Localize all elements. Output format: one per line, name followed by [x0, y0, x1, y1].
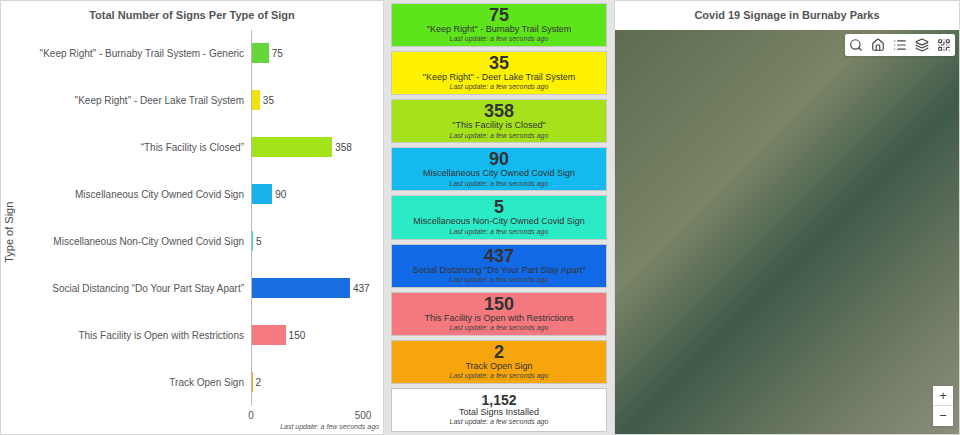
home-icon[interactable]	[867, 34, 889, 56]
card-update: Last update: a few seconds ago	[450, 372, 549, 381]
axis-tick: 500	[355, 408, 372, 423]
indicator-card[interactable]: 90Miscellaneous City Owned Covid SignLas…	[391, 147, 607, 191]
bar-row[interactable]: Social Distancing “Do Your Part Stay Apa…	[19, 265, 383, 312]
card-value: 2	[494, 343, 504, 361]
bar-value: 437	[353, 281, 370, 296]
indicator-card[interactable]: 358"This Facility is Closed"Last update:…	[391, 99, 607, 143]
card-update: Last update: a few seconds ago	[450, 228, 549, 237]
card-label: Miscellaneous Non-City Owned Covid Sign	[413, 216, 585, 227]
card-update: Last update: a few seconds ago	[450, 83, 549, 92]
axis-tick: 0	[248, 408, 254, 423]
card-label: Social Distancing "Do Your Part Stay Apa…	[413, 265, 586, 276]
bar-row[interactable]: "Keep Right" - Deer Lake Trail System 35	[19, 77, 383, 124]
total-value: 1,152	[481, 393, 516, 407]
bar[interactable]	[252, 137, 332, 157]
card-label: "Keep Right" - Burnaby Trail System	[427, 24, 571, 35]
bar-row[interactable]: Track Open Sign 2	[19, 359, 383, 406]
chart-title: Total Number of Signs Per Type of Sign	[1, 1, 383, 30]
map-title: Covid 19 Signage in Burnaby Parks	[615, 1, 959, 30]
bar-label: "Keep Right" - Burnaby Trail System - Ge…	[19, 46, 251, 61]
bar-row[interactable]: Miscellaneous City Owned Covid Sign 90	[19, 171, 383, 218]
search-icon[interactable]	[845, 34, 867, 56]
bar-row[interactable]: Miscellaneous Non-City Owned Covid Sign 5	[19, 218, 383, 265]
card-update: Last update: a few seconds ago	[450, 180, 549, 189]
bar[interactable]	[252, 90, 260, 110]
map-panel: Covid 19 Signage in Burnaby Parks+−	[614, 0, 960, 435]
bar[interactable]	[252, 278, 350, 298]
total-card[interactable]: 1,152Total Signs InstalledLast update: a…	[391, 388, 607, 432]
indicator-column: 75"Keep Right" - Burnaby Trail SystemLas…	[391, 0, 607, 435]
card-update: Last update: a few seconds ago	[450, 35, 549, 44]
card-update: Last update: a few seconds ago	[450, 324, 549, 333]
basemap-icon[interactable]	[933, 34, 955, 56]
bar-row[interactable]: "Keep Right" - Burnaby Trail System - Ge…	[19, 30, 383, 77]
card-value: 358	[484, 102, 514, 120]
total-label: Total Signs Installed	[459, 407, 539, 418]
bar[interactable]	[252, 325, 286, 345]
bar[interactable]	[252, 372, 253, 392]
card-label: This Facility is Open with Restrictions	[424, 313, 573, 324]
card-update: Last update: a few seconds ago	[450, 132, 549, 141]
bar-row[interactable]: “This Facility is Closed” 358	[19, 124, 383, 171]
bar-label: “This Facility is Closed”	[19, 140, 251, 155]
bar-label: This Facility is Open with Restrictions	[19, 328, 251, 343]
bar-value: 5	[256, 234, 262, 249]
card-label: Miscellaneous City Owned Covid Sign	[423, 168, 575, 179]
card-label: "This Facility is Closed"	[452, 120, 545, 131]
indicator-card[interactable]: 2Track Open SignLast update: a few secon…	[391, 340, 607, 384]
dashboard: Total Number of Signs Per Type of Sign Ty…	[0, 0, 960, 435]
indicator-card[interactable]: 35"Keep Right" - Deer Lake Trail SystemL…	[391, 51, 607, 95]
bar-label: "Keep Right" - Deer Lake Trail System	[19, 93, 251, 108]
card-value: 437	[484, 247, 514, 265]
card-label: "Keep Right" - Deer Lake Trail System	[423, 72, 575, 83]
indicator-card[interactable]: 150This Facility is Open with Restrictio…	[391, 292, 607, 336]
card-label: Track Open Sign	[465, 361, 532, 372]
card-value: 5	[494, 198, 504, 216]
bar-value: 90	[275, 187, 286, 202]
bar-row[interactable]: This Facility is Open with Restrictions 1…	[19, 312, 383, 359]
map[interactable]: +−	[615, 30, 959, 435]
bar-value: 75	[272, 46, 283, 61]
bar[interactable]	[252, 184, 272, 204]
card-value: 75	[489, 6, 509, 24]
total-update: Last update: a few seconds ago	[450, 418, 549, 427]
chart-panel: Total Number of Signs Per Type of Sign Ty…	[0, 0, 384, 435]
bar[interactable]	[252, 231, 253, 251]
indicator-card[interactable]: 437Social Distancing "Do Your Part Stay …	[391, 244, 607, 288]
card-value: 35	[489, 54, 509, 72]
layers-icon[interactable]	[911, 34, 933, 56]
bar-label: Social Distancing “Do Your Part Stay Apa…	[19, 281, 251, 296]
bar-label: Track Open Sign	[19, 375, 251, 390]
update-note: Last update: a few seconds ago	[19, 422, 383, 435]
zoom-out-button[interactable]: −	[933, 406, 953, 426]
zoom-in-button[interactable]: +	[933, 386, 953, 406]
card-value: 90	[489, 150, 509, 168]
bar-value: 2	[255, 375, 261, 390]
card-value: 150	[484, 295, 514, 313]
bar[interactable]	[252, 43, 269, 63]
bar-value: 35	[263, 93, 274, 108]
bar-value: 150	[289, 328, 306, 343]
bar-label: Miscellaneous Non-City Owned Covid Sign	[19, 234, 251, 249]
bar-label: Miscellaneous City Owned Covid Sign	[19, 187, 251, 202]
card-update: Last update: a few seconds ago	[450, 276, 549, 285]
bar-value: 358	[335, 140, 352, 155]
indicator-card[interactable]: 5Miscellaneous Non-City Owned Covid Sign…	[391, 195, 607, 239]
axis-label: Type of Sign	[2, 201, 19, 262]
legend-icon[interactable]	[889, 34, 911, 56]
indicator-card[interactable]: 75"Keep Right" - Burnaby Trail SystemLas…	[391, 3, 607, 47]
